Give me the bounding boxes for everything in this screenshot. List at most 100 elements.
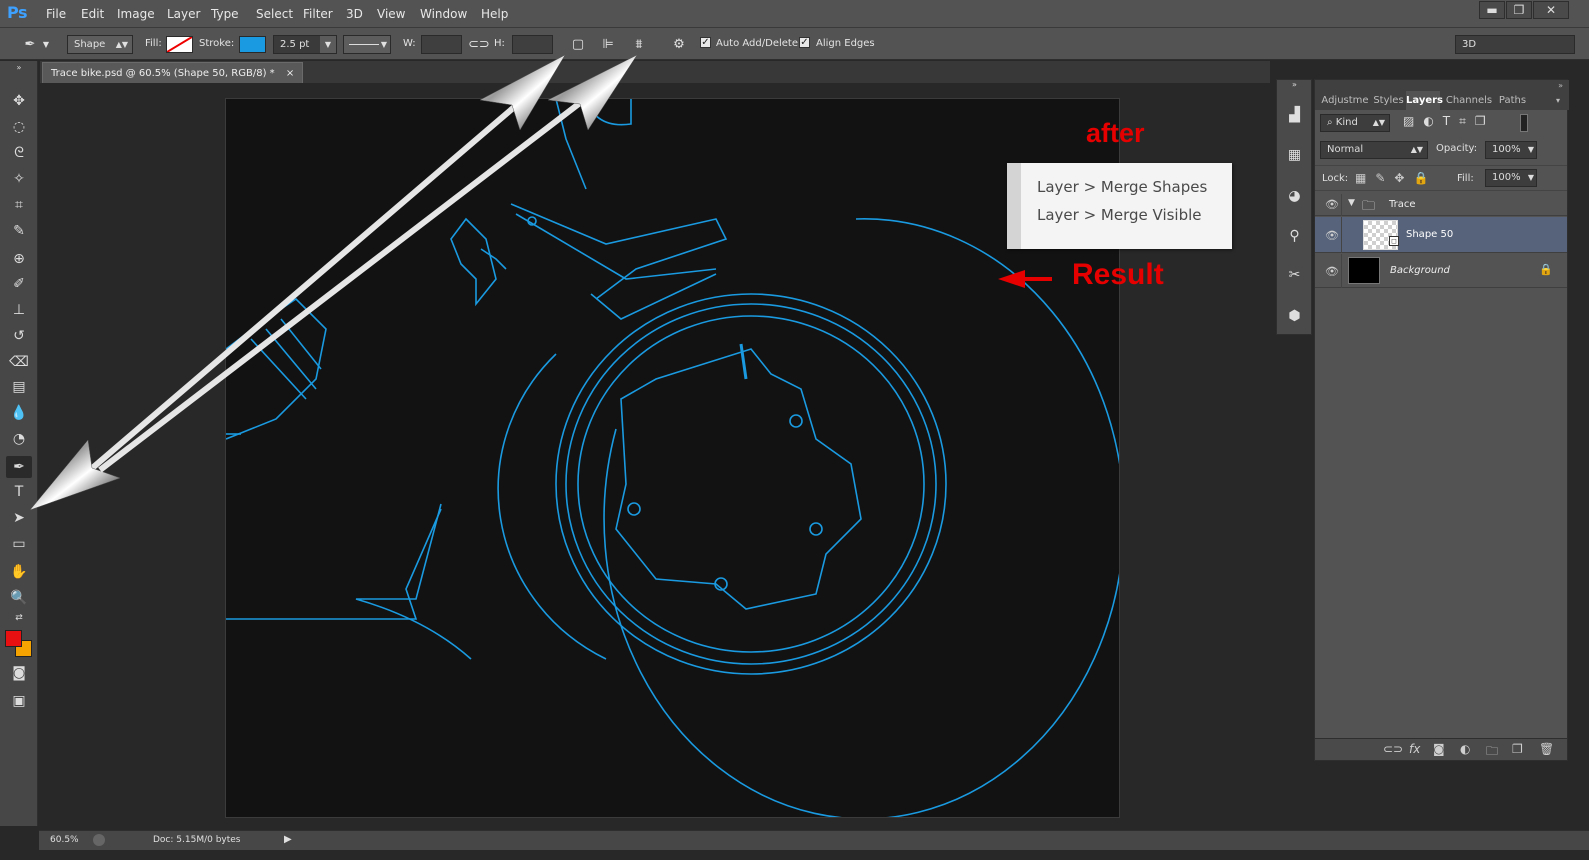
align-edges-checkbox[interactable]: ✓ <box>799 37 810 48</box>
new-group-icon[interactable]: 🗀 <box>1486 742 1498 763</box>
fill-swatch[interactable] <box>166 36 193 53</box>
stroke-swatch[interactable] <box>239 36 266 53</box>
color-palette-icon[interactable]: ◕ <box>1281 185 1308 207</box>
blur-tool-icon[interactable]: 💧 <box>6 402 32 424</box>
crop-tool-icon[interactable]: ⌗ <box>6 194 32 216</box>
opacity-input[interactable]: 100% ▼ <box>1485 141 1537 159</box>
link-layers-icon[interactable]: ⊂⊃ <box>1383 742 1403 756</box>
blend-mode-select[interactable]: Normal ▲▼ <box>1320 141 1428 159</box>
zoom-level[interactable]: 60.5% <box>50 835 79 845</box>
type-tool-icon[interactable]: T <box>6 481 32 503</box>
panel-menu-icon[interactable]: ▾ <box>1551 91 1565 110</box>
eyedropper-tool-icon[interactable]: ✎ <box>6 220 32 242</box>
menu-image[interactable]: Image <box>117 7 155 21</box>
path-selection-tool-icon[interactable]: ➤ <box>6 507 32 529</box>
pen-tool-icon[interactable]: ✒ <box>6 456 32 478</box>
gear-icon[interactable]: ⚙ <box>669 35 689 54</box>
layer-row-background[interactable]: 👁 Background 🔒 <box>1315 254 1567 288</box>
add-mask-icon[interactable]: ◙ <box>1433 742 1445 756</box>
history-brush-tool-icon[interactable]: ↺ <box>6 325 32 347</box>
menu-view[interactable]: View <box>377 7 405 21</box>
path-operations-icon[interactable]: ▢ <box>568 35 588 54</box>
menu-layer[interactable]: Layer <box>167 7 200 21</box>
collapse-icon[interactable]: » <box>6 63 32 73</box>
disclosure-triangle-icon[interactable]: ▼ <box>1348 198 1355 208</box>
adjustment-layer-icon[interactable]: ◐ <box>1460 742 1470 756</box>
tab-adjustments[interactable]: Adjustme <box>1319 91 1371 110</box>
chevron-down-icon[interactable]: ▼ <box>40 35 52 54</box>
move-tool-icon[interactable]: ✥ <box>6 90 32 112</box>
collapse-icon[interactable]: » <box>1315 80 1569 91</box>
tool-mode-select[interactable]: Shape ▲▼ <box>67 35 133 54</box>
eraser-tool-icon[interactable]: ⌫ <box>6 351 32 373</box>
tab-paths[interactable]: Paths <box>1495 91 1530 110</box>
minimize-button[interactable]: ▬ <box>1479 1 1505 19</box>
lasso-tool-icon[interactable]: ᘓ <box>6 142 32 164</box>
quick-mask-icon[interactable]: ◙ <box>6 662 32 684</box>
stamp-tool-icon[interactable]: ⊥ <box>6 299 32 321</box>
eye-icon[interactable]: 👁 <box>1325 265 1339 278</box>
eye-icon[interactable]: 👁 <box>1325 229 1339 242</box>
magic-wand-tool-icon[interactable]: ✧ <box>6 168 32 190</box>
brush-presets-icon[interactable]: ⚲ <box>1281 225 1308 247</box>
fx-icon[interactable]: fx <box>1409 742 1420 756</box>
tab-layers[interactable]: Layers <box>1406 91 1443 110</box>
zoom-tool-icon[interactable]: 🔍 <box>6 587 32 609</box>
tool-presets-icon[interactable]: ✂ <box>1281 264 1308 286</box>
marquee-tool-icon[interactable]: ◌ <box>6 116 32 138</box>
layer-row-shape-50[interactable]: 👁 ◻ Shape 50 <box>1315 217 1567 253</box>
menu-edit[interactable]: Edit <box>81 7 104 21</box>
pen-tool-preset-icon[interactable]: ✒ <box>20 35 40 54</box>
document-title: Trace bike.psd @ 60.5% (Shape 50, RGB/8)… <box>51 68 275 79</box>
menu-filter[interactable]: Filter <box>303 7 333 21</box>
stroke-type-select[interactable]: ▼ <box>343 35 391 54</box>
brush-tool-icon[interactable]: ✐ <box>6 273 32 295</box>
close-window-button[interactable]: ✕ <box>1533 1 1569 19</box>
hand-tool-icon[interactable]: ✋ <box>6 561 32 583</box>
path-alignment-icon[interactable]: ⊫ <box>598 35 618 54</box>
status-menu-arrow-icon[interactable]: ▶ <box>284 834 292 845</box>
menu-file[interactable]: File <box>46 7 66 21</box>
auto-add-delete-checkbox[interactable]: ✓ <box>700 37 711 48</box>
merge-instructions-box: Layer > Merge Shapes Layer > Merge Visib… <box>1007 163 1232 249</box>
fill-input[interactable]: 100% ▼ <box>1485 169 1537 187</box>
rectangle-tool-icon[interactable]: ▭ <box>6 533 32 555</box>
foreground-color-swatch[interactable] <box>5 630 22 647</box>
healing-brush-tool-icon[interactable]: ⊕ <box>6 248 32 270</box>
opacity-value: 100% <box>1492 144 1521 155</box>
menu-select[interactable]: Select <box>256 7 293 21</box>
gradient-tool-icon[interactable]: ▤ <box>6 376 32 398</box>
link-icon[interactable]: ⊂⊃ <box>468 35 490 54</box>
new-layer-icon[interactable]: ❐ <box>1512 742 1523 756</box>
kind-filter-select[interactable]: ⌕ Kind ▲▼ <box>1320 114 1390 132</box>
menu-3d[interactable]: 3D <box>346 7 363 21</box>
tab-styles[interactable]: Styles <box>1372 91 1405 110</box>
histogram-icon[interactable]: ▟ <box>1281 104 1308 126</box>
eye-icon[interactable]: 👁 <box>1325 198 1339 211</box>
menu-type[interactable]: Type <box>211 7 239 21</box>
layer-filter-icons[interactable]: ▨◐T⌗❐ <box>1403 114 1495 129</box>
document-canvas[interactable] <box>225 98 1120 818</box>
3d-cube-icon[interactable]: ⬢ <box>1281 305 1308 327</box>
workspace-select[interactable]: 3D <box>1455 35 1575 54</box>
close-tab-icon[interactable]: × <box>286 68 294 79</box>
screen-mode-icon[interactable]: ▣ <box>6 690 32 712</box>
layer-row-trace[interactable]: 👁 ▼ 🗀 Trace <box>1315 194 1567 216</box>
collapse-icon[interactable]: » <box>1281 79 1308 91</box>
height-input[interactable] <box>512 35 553 54</box>
menu-window[interactable]: Window <box>420 7 467 21</box>
width-input[interactable] <box>421 35 462 54</box>
lock-icons[interactable]: ▦✎✥🔒 <box>1355 171 1437 185</box>
stroke-width-input[interactable]: 2.5 pt ▼ <box>273 35 337 54</box>
document-tab[interactable]: Trace bike.psd @ 60.5% (Shape 50, RGB/8)… <box>42 62 304 83</box>
filter-toggle[interactable] <box>1520 114 1528 132</box>
menu-help[interactable]: Help <box>481 7 508 21</box>
navigator-icon[interactable]: ▦ <box>1281 144 1308 166</box>
tab-channels[interactable]: Channels <box>1445 91 1493 110</box>
path-arrangement-icon[interactable]: ⩩ <box>629 35 649 54</box>
share-icon[interactable] <box>93 834 105 846</box>
restore-button[interactable]: ❐ <box>1506 1 1532 19</box>
swap-colors-icon[interactable]: ⇄ <box>6 611 32 625</box>
trash-icon[interactable]: 🗑 <box>1539 742 1554 756</box>
dodge-tool-icon[interactable]: ◔ <box>6 428 32 450</box>
